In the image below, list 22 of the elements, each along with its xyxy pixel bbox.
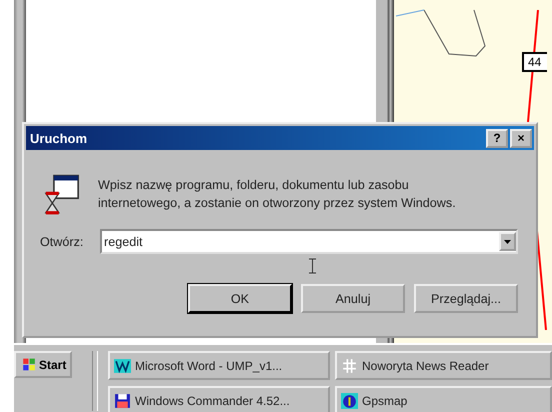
grid-icon	[341, 358, 358, 374]
start-button[interactable]: Start	[14, 351, 72, 378]
browse-button[interactable]: Przeglądaj...	[414, 284, 518, 313]
ok-button[interactable]: OK	[188, 284, 292, 313]
taskbar-button[interactable]: Microsoft Word - UMP_v1...	[108, 351, 330, 380]
close-button[interactable]: ×	[510, 128, 532, 148]
help-button[interactable]: ?	[486, 128, 508, 148]
taskbar-button[interactable]: Gpsmap	[335, 386, 552, 412]
taskbar-button[interactable]: Windows Commander 4.52...	[108, 386, 330, 412]
text-cursor-icon	[308, 258, 316, 274]
word-icon	[114, 358, 131, 374]
windows-flag-icon	[20, 356, 37, 372]
window-title: Uruchom	[30, 130, 88, 146]
open-label: Otwórz:	[40, 234, 84, 248]
taskbar-button[interactable]: Noworyta News Reader	[335, 351, 552, 380]
open-field[interactable]: regedit	[100, 229, 518, 254]
cancel-button[interactable]: Anuluj	[301, 284, 405, 313]
instruction-text: Wpisz nazwę programu, folderu, dokumentu lub zasobu internetowego, a zostanie on otworzony przez system Windows.	[98, 177, 457, 212]
caret-icon	[504, 240, 511, 244]
road-label: 44	[522, 52, 548, 72]
dropdown-button[interactable]	[499, 232, 516, 251]
globe-icon	[341, 392, 358, 408]
